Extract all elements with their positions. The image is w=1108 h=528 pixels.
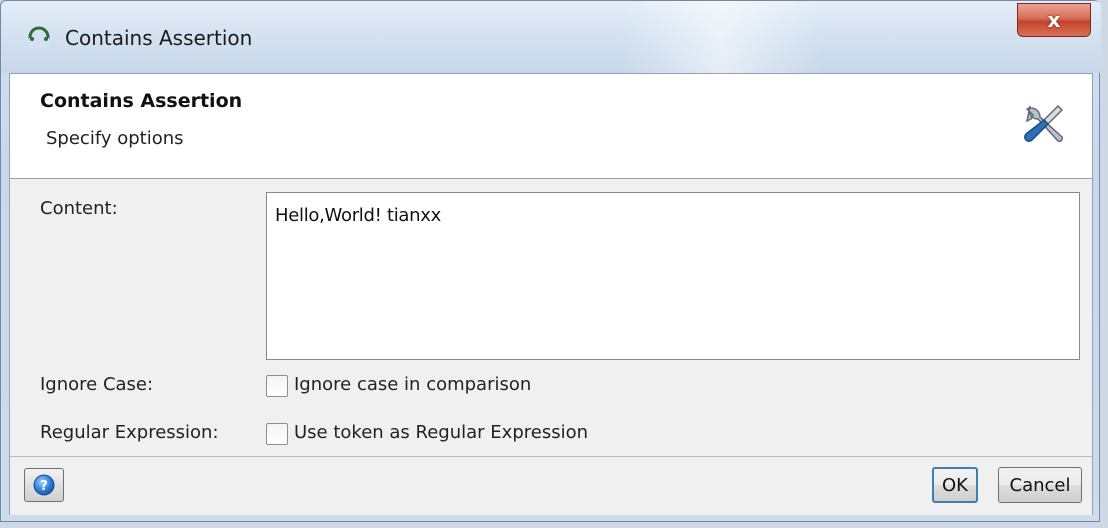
cancel-button[interactable]: Cancel	[998, 467, 1082, 503]
dialog-body: Contains Assertion Specify options Conte…	[9, 73, 1093, 515]
ignore-case-checkbox[interactable]	[266, 375, 288, 397]
dialog-footer: ? OK Cancel	[10, 456, 1092, 515]
window-title: Contains Assertion	[65, 26, 253, 50]
help-button[interactable]: ?	[24, 468, 64, 502]
tools-icon	[1024, 104, 1064, 143]
content-textarea[interactable]: Hello,World! tianxx	[266, 192, 1080, 360]
svg-text:?: ?	[40, 479, 48, 494]
help-icon: ?	[33, 474, 55, 496]
title-bar[interactable]: Contains Assertion x	[1, 1, 1101, 73]
header-subtitle: Specify options	[46, 128, 184, 149]
regex-label: Regular Expression:	[40, 422, 219, 443]
ignore-case-option-label[interactable]: Ignore case in comparison	[294, 374, 531, 395]
dialog-header: Contains Assertion Specify options	[10, 74, 1092, 179]
regex-option-label[interactable]: Use token as Regular Expression	[294, 422, 588, 443]
close-icon: x	[1047, 8, 1061, 32]
header-title: Contains Assertion	[40, 90, 243, 112]
dialog-window: Contains Assertion x Contains Assertion …	[0, 0, 1101, 522]
regex-checkbox[interactable]	[266, 423, 288, 445]
ignore-case-label: Ignore Case:	[40, 374, 154, 395]
ok-button[interactable]: OK	[932, 467, 978, 503]
app-icon	[28, 26, 50, 48]
close-button[interactable]: x	[1017, 3, 1091, 37]
content-label: Content:	[40, 198, 118, 219]
